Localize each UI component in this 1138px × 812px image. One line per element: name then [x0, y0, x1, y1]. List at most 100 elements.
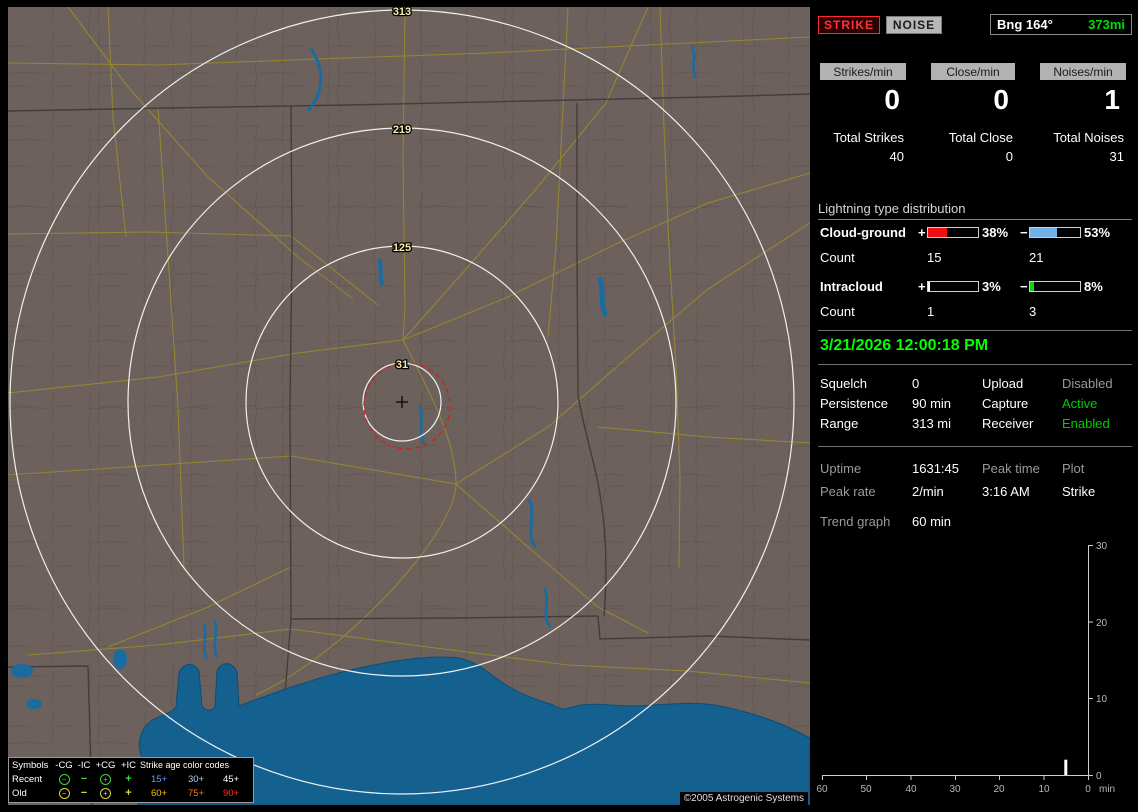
peak-rate-label: Peak rate	[820, 484, 876, 499]
range-label-219: 219	[393, 124, 411, 136]
ic-neg-count: 3	[1029, 304, 1037, 319]
plot-value: Strike	[1062, 484, 1096, 499]
persistence-label: Persistence	[820, 396, 888, 411]
upload-status: Disabled	[1062, 376, 1113, 391]
noises-per-min-button[interactable]: Noises/min	[1040, 63, 1126, 80]
range-label-125: 125	[393, 242, 411, 254]
range-value: 313 mi	[912, 416, 952, 431]
legend-row-recent-label: Recent	[12, 773, 43, 785]
old-pos-ic-icon: +	[125, 786, 132, 799]
strike-toggle-button[interactable]: STRIKE	[818, 16, 880, 34]
x-tick-20: 20	[993, 784, 1005, 795]
x-tick-0: 0	[1085, 784, 1091, 795]
uptime-label: Uptime	[820, 461, 862, 476]
x-tick-40: 40	[905, 784, 917, 795]
datetime-display: 3/21/2026 12:00:18 PM	[820, 337, 989, 354]
y-tick-10: 10	[1096, 694, 1108, 705]
intracloud-label: Intracloud	[820, 279, 883, 294]
trend-graph-label: Trend graph	[820, 514, 891, 529]
peak-time-value: 3:16 AM	[982, 484, 1030, 499]
bearing-value: Bng 164°	[997, 17, 1053, 32]
range-label: Range	[820, 416, 859, 431]
strikes-per-min-value: 0	[884, 84, 900, 115]
trend-tick-labels: 30 20 10 0 60 50 40 30 20 10 0 min	[816, 541, 1115, 795]
recent-pos-cg-icon: +	[94, 774, 117, 786]
receiver-status: Enabled	[1062, 416, 1110, 431]
ic-neg-sign: −	[1020, 279, 1028, 294]
total-noises-value: 31	[1109, 149, 1124, 164]
receiver-label: Receiver	[982, 416, 1034, 431]
ic-pos-pct: 3%	[982, 279, 1001, 294]
lightning-map[interactable]: 313 219 125 31 Symbols -CG -IC +CG +IC S…	[8, 7, 810, 805]
capture-status: Active	[1062, 396, 1098, 411]
age-code-75: 75+	[187, 787, 205, 799]
trend-spike-bar	[1064, 759, 1068, 775]
lightning-detector-app: 313 219 125 31 Symbols -CG -IC +CG +IC S…	[0, 0, 1138, 812]
legend-age-header: Strike age color codes	[140, 760, 230, 771]
old-neg-ic-icon: −	[80, 786, 88, 799]
old-neg-cg-icon: −	[54, 788, 74, 800]
recent-neg-cg-icon: −	[54, 774, 74, 786]
cg-neg-bar	[1029, 227, 1081, 238]
ic-pos-count: 1	[927, 304, 935, 319]
cg-pos-sign: +	[918, 225, 926, 240]
close-per-min-value: 0	[993, 84, 1009, 115]
ic-pos-sign: +	[918, 279, 926, 294]
noise-toggle-button[interactable]: NOISE	[886, 16, 942, 34]
age-code-15: 15+	[150, 773, 168, 785]
ic-count-label: Count	[820, 304, 855, 319]
cg-pos-pct: 38%	[982, 225, 1009, 240]
legend-row-old-label: Old	[12, 787, 27, 799]
recent-pos-ic-icon: +	[125, 772, 132, 785]
peak-time-label: Peak time	[982, 461, 1040, 476]
age-code-45: 45+	[222, 773, 240, 785]
status-panel: STRIKE NOISE Bng 164° 373mi Strikes/min …	[816, 0, 1138, 812]
cloud-ground-label: Cloud-ground	[820, 225, 906, 240]
age-code-30: 30+	[187, 773, 205, 785]
x-tick-30: 30	[949, 784, 961, 795]
peak-rate-value: 2/min	[912, 484, 944, 499]
legend-col-neg-ic: -IC	[77, 759, 91, 771]
cg-pos-count: 15	[927, 250, 942, 265]
y-tick-30: 30	[1096, 541, 1108, 552]
cg-pos-bar	[927, 227, 979, 238]
trend-graph-window: 60 min	[912, 514, 952, 529]
squelch-value: 0	[912, 376, 920, 391]
copyright-notice: ©2005 Astrogenic Systems	[679, 792, 808, 805]
trend-graph: 30 20 10 0 60 50 40 30 20 10 0 min	[816, 541, 1115, 795]
trend-axes	[822, 545, 1093, 780]
close-per-min-button[interactable]: Close/min	[931, 63, 1015, 80]
divider	[818, 446, 1132, 447]
total-noises-label: Total Noises	[1053, 130, 1124, 145]
divider	[818, 364, 1132, 365]
bearing-readout: Bng 164° 373mi	[990, 14, 1132, 35]
cg-count-label: Count	[820, 250, 855, 265]
strikes-per-min-button[interactable]: Strikes/min	[820, 63, 906, 80]
distribution-title: Lightning type distribution	[818, 201, 1132, 220]
upload-label: Upload	[982, 376, 1024, 391]
persistence-value: 90 min	[912, 396, 952, 411]
old-pos-cg-icon: +	[94, 788, 117, 800]
cg-neg-sign: −	[1020, 225, 1028, 240]
range-label-31: 31	[396, 359, 408, 371]
uptime-value: 1631:45	[912, 461, 959, 476]
capture-label: Capture	[982, 396, 1029, 411]
x-tick-10: 10	[1038, 784, 1050, 795]
total-strikes-label: Total Strikes	[833, 130, 904, 145]
map-legend: Symbols -CG -IC +CG +IC Strike age color…	[8, 757, 254, 803]
total-close-label: Total Close	[948, 130, 1013, 145]
x-tick-50: 50	[860, 784, 872, 795]
ic-pos-bar	[927, 281, 979, 292]
cg-neg-pct: 53%	[1084, 225, 1111, 240]
age-code-60: 60+	[150, 787, 168, 799]
divider	[818, 330, 1132, 331]
y-tick-0: 0	[1096, 771, 1102, 782]
total-close-value: 0	[1005, 149, 1013, 164]
map-canvas: 313 219 125 31	[8, 7, 810, 805]
legend-col-pos-cg: +CG	[95, 759, 116, 771]
ic-neg-pct: 8%	[1084, 279, 1103, 294]
noises-per-min-value: 1	[1104, 84, 1120, 115]
legend-symbols-header: Symbols	[12, 759, 49, 771]
x-tick-60: 60	[816, 784, 828, 795]
y-tick-20: 20	[1096, 618, 1108, 629]
